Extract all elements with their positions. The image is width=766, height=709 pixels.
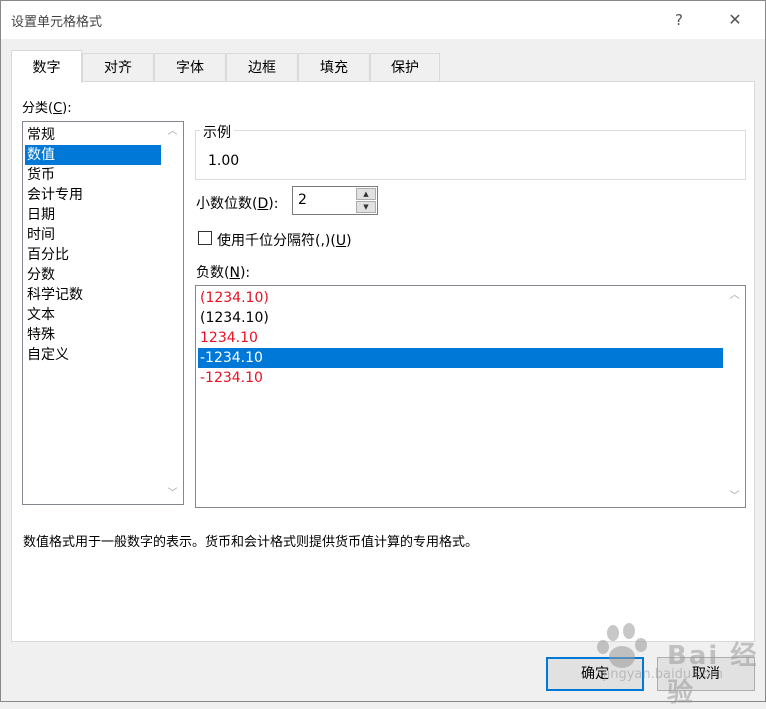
category-item-percentage[interactable]: 百分比 [25, 245, 161, 265]
category-item-currency[interactable]: 货币 [25, 165, 161, 185]
help-icon: ? [675, 11, 683, 29]
negative-item-red-parens[interactable]: (1234.10) [198, 288, 723, 308]
category-item-text[interactable]: 文本 [25, 305, 161, 325]
category-item-accounting[interactable]: 会计专用 [25, 185, 161, 205]
category-label: 分类(C): [22, 101, 72, 116]
help-button[interactable]: ? [659, 5, 699, 35]
close-button[interactable]: ✕ [715, 5, 755, 35]
category-item-time[interactable]: 时间 [25, 225, 161, 245]
ok-button[interactable]: 确定 [546, 657, 644, 691]
negative-numbers-label: 负数(N): [196, 265, 251, 281]
decimal-places-label: 小数位数(D): [196, 196, 279, 212]
scroll-up-icon[interactable]: ︿ [724, 288, 745, 304]
dialog-title: 设置单元格格式 [11, 15, 103, 30]
category-item-scientific[interactable]: 科学记数 [25, 285, 161, 305]
category-list[interactable]: 常规 数值 货币 会计专用 日期 时间 百分比 分数 科学记数 文本 特殊 自定… [22, 121, 184, 505]
thousands-separator-checkbox[interactable] [198, 231, 212, 245]
decimal-places-value[interactable]: 2 [298, 192, 307, 208]
tab-alignment[interactable]: 对齐 [82, 53, 154, 82]
decimal-places-stepper[interactable]: 2 ▲ ▼ [292, 186, 378, 215]
title-bar: 设置单元格格式 ? ✕ [1, 1, 765, 39]
category-scrollbar[interactable]: ︿ ﹀ [162, 122, 183, 504]
negative-item-minus[interactable]: -1234.10 [198, 348, 723, 368]
tab-fill[interactable]: 填充 [298, 53, 370, 82]
category-item-general[interactable]: 常规 [25, 125, 161, 145]
stepper-up-icon[interactable]: ▲ [356, 188, 376, 200]
negative-item-parens[interactable]: (1234.10) [198, 308, 723, 328]
tab-protection[interactable]: 保护 [370, 53, 440, 82]
scroll-down-icon[interactable]: ﹀ [162, 486, 183, 502]
tab-font[interactable]: 字体 [154, 53, 226, 82]
tab-number[interactable]: 数字 [11, 50, 82, 83]
stepper-down-icon[interactable]: ▼ [356, 201, 376, 213]
category-item-special[interactable]: 特殊 [25, 325, 161, 345]
format-description: 数值格式用于一般数字的表示。货币和会计格式则提供货币值计算的专用格式。 [23, 535, 479, 550]
close-icon: ✕ [728, 10, 742, 29]
stepper-buttons: ▲ ▼ [356, 188, 376, 213]
category-item-number[interactable]: 数值 [25, 145, 161, 165]
format-cells-dialog: 设置单元格格式 ? ✕ 数字 对齐 字体 边框 填充 保护 分类(C): 常规 … [0, 0, 766, 708]
scroll-up-icon[interactable]: ︿ [162, 124, 183, 140]
negative-item-red-minus[interactable]: -1234.10 [198, 368, 723, 388]
tab-border[interactable]: 边框 [226, 53, 298, 82]
number-tab-panel: 分类(C): 常规 数值 货币 会计专用 日期 时间 百分比 分数 科学记数 文… [11, 81, 755, 642]
sample-value: 1.00 [208, 153, 240, 169]
thousands-separator-label[interactable]: 使用千位分隔符(,)(U) [217, 230, 352, 250]
negative-item-red[interactable]: 1234.10 [198, 328, 723, 348]
category-item-date[interactable]: 日期 [25, 205, 161, 225]
cancel-button[interactable]: 取消 [657, 657, 755, 691]
category-item-custom[interactable]: 自定义 [25, 345, 161, 365]
negative-numbers-list[interactable]: (1234.10) (1234.10) 1234.10 -1234.10 -12… [195, 285, 746, 508]
sample-group [195, 130, 746, 180]
category-item-fraction[interactable]: 分数 [25, 265, 161, 285]
negative-scrollbar[interactable]: ︿ ﹀ [724, 286, 745, 507]
scroll-down-icon[interactable]: ﹀ [724, 489, 745, 505]
sample-title: 示例 [200, 122, 234, 142]
